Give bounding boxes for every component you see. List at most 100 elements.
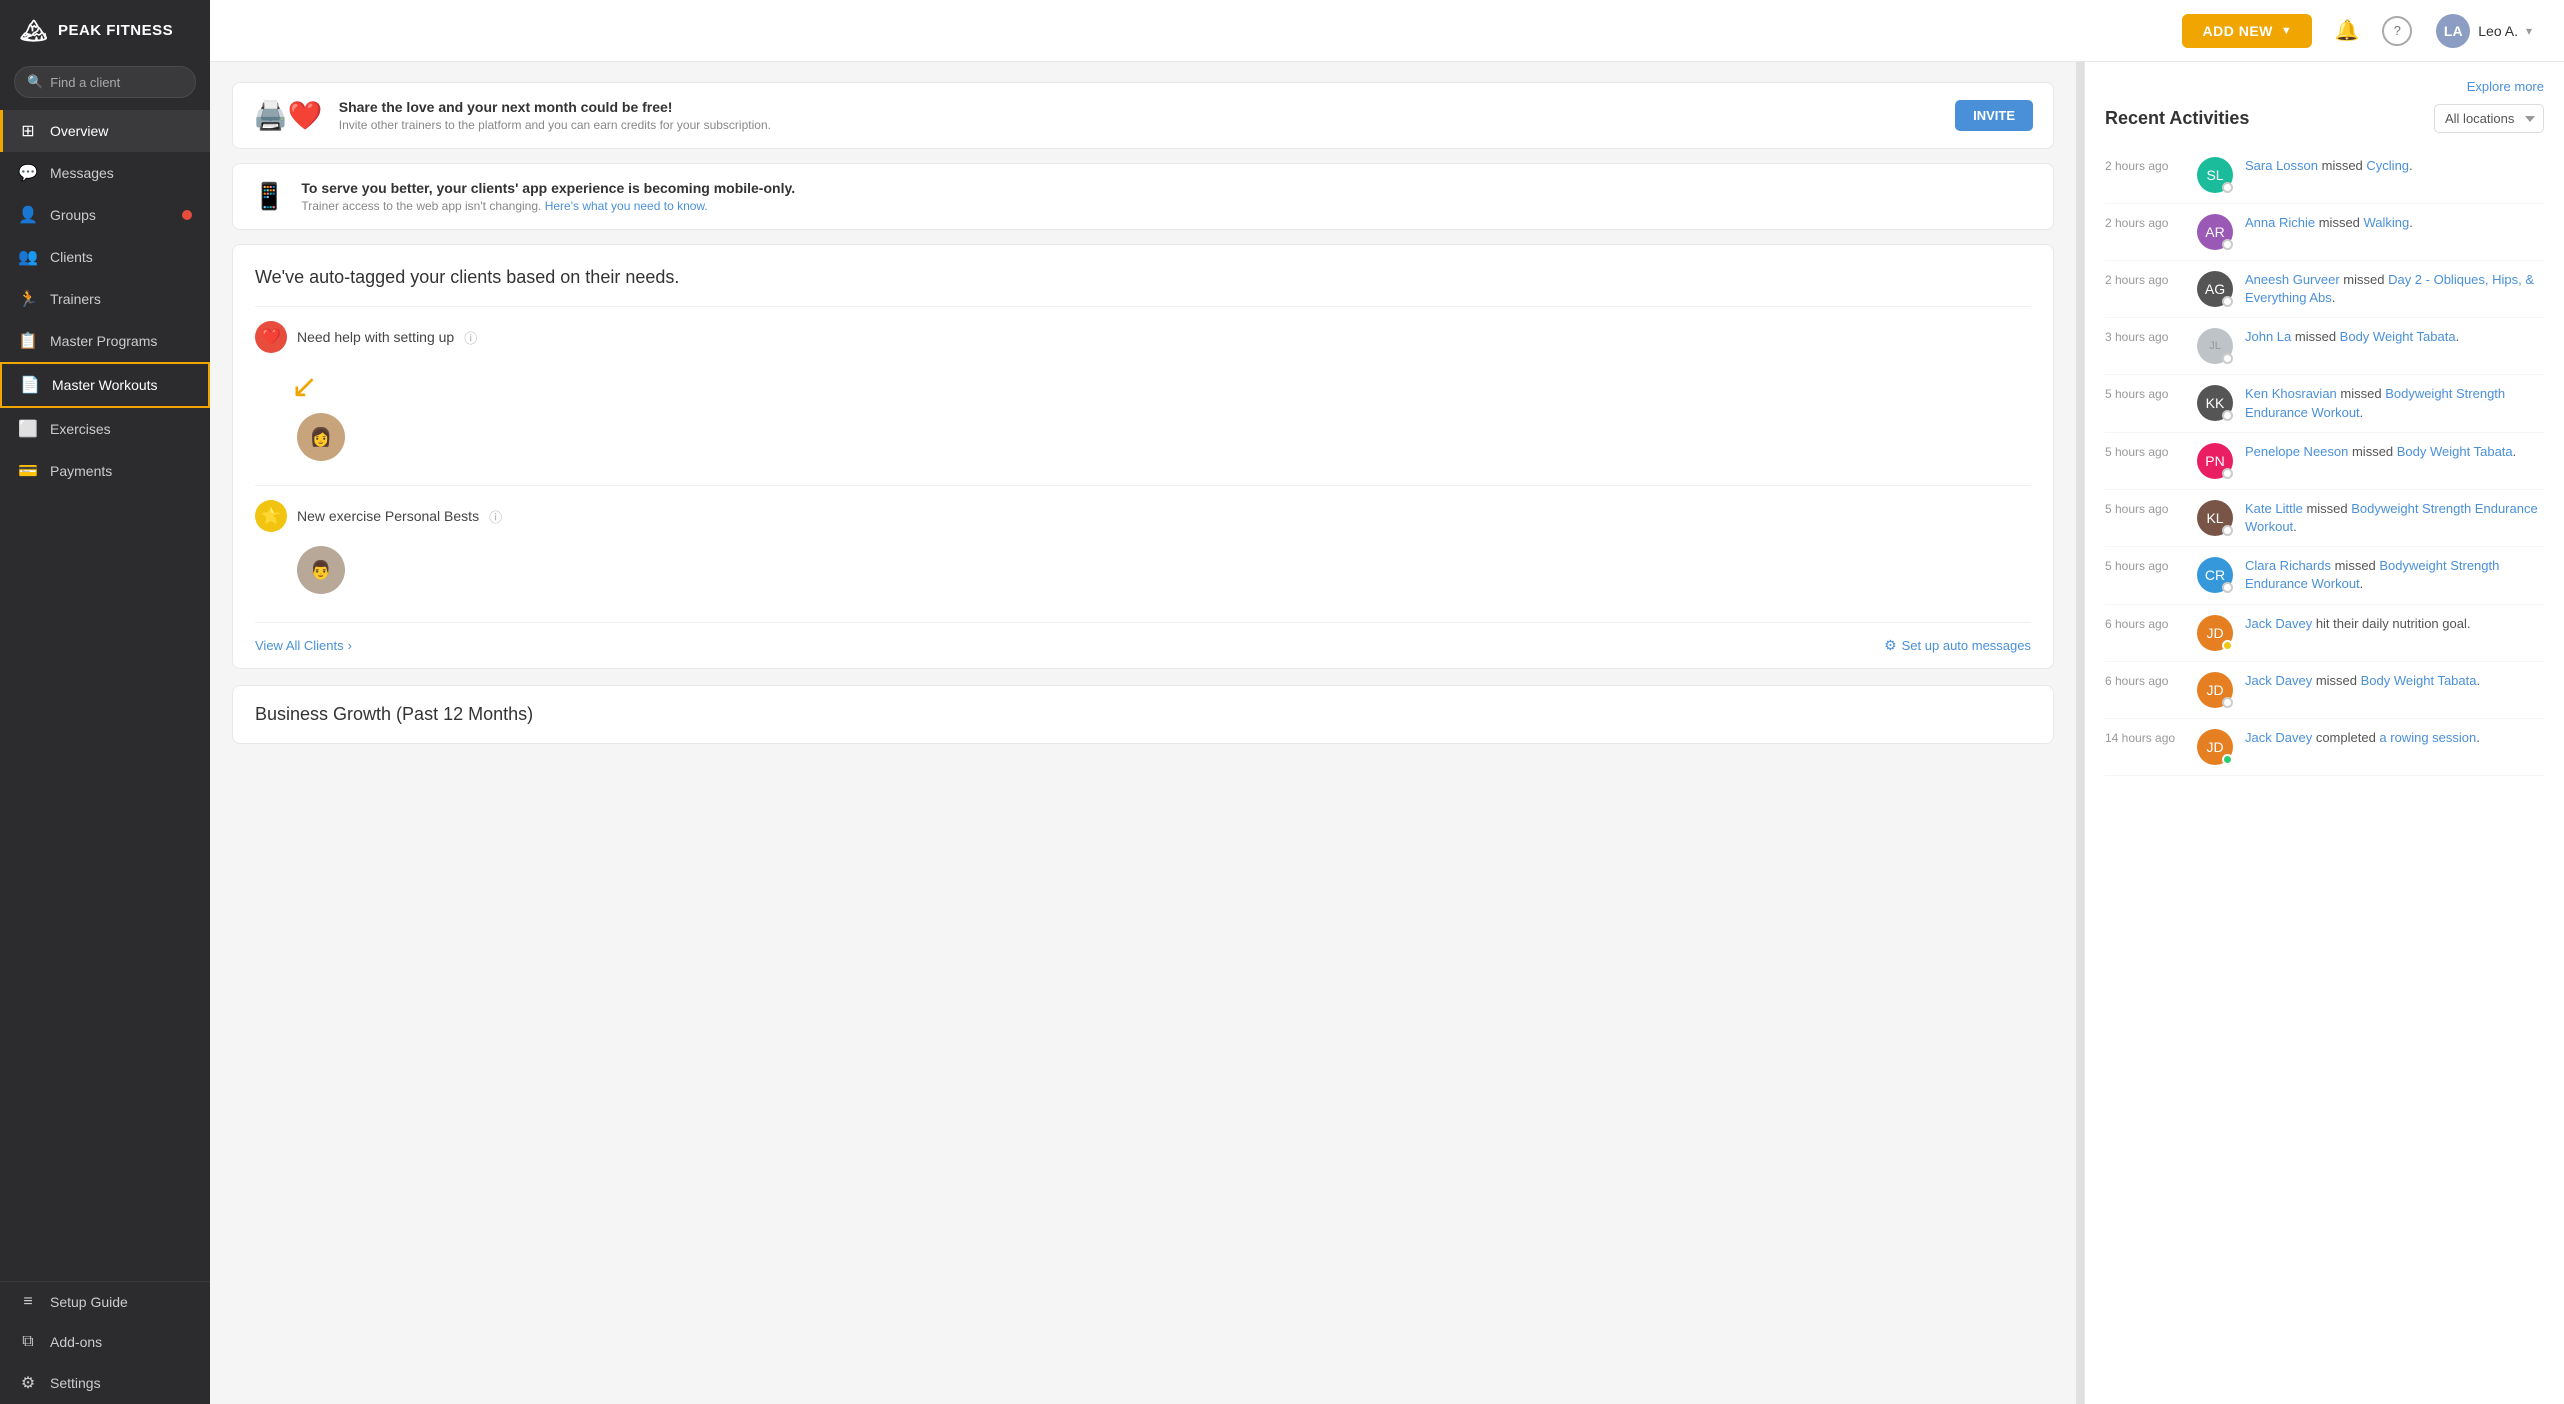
activity-time: 5 hours ago — [2105, 500, 2185, 516]
sidebar-item-exercises[interactable]: ⬜ Exercises — [0, 408, 210, 450]
growth-title: Business Growth (Past 12 Months) — [255, 704, 2031, 725]
banner-share-love: 🖨️❤️ Share the love and your next month … — [232, 82, 2054, 149]
person-name-link[interactable]: Anna Richie — [2245, 215, 2315, 230]
sidebar-item-groups[interactable]: 👤 Groups — [0, 194, 210, 236]
explore-more-link[interactable]: Explore more — [2467, 79, 2544, 94]
search-input[interactable] — [50, 75, 183, 90]
find-client-search[interactable]: 🔍 — [14, 66, 196, 98]
activity-item-5: 5 hours ago PN Penelope Neeson missed Bo… — [2105, 433, 2544, 490]
user-avatar: LA — [2436, 14, 2470, 48]
add-new-button[interactable]: ADD NEW ▼ — [2182, 14, 2312, 48]
person-name-link[interactable]: Ken Khosravian — [2245, 386, 2337, 401]
sidebar-item-trainers[interactable]: 🏃 Trainers — [0, 278, 210, 320]
activity-avatar-wrap: JL — [2197, 328, 2233, 364]
activity-text: Jack Davey missed Body Weight Tabata. — [2245, 672, 2544, 690]
activity-time: 5 hours ago — [2105, 385, 2185, 401]
sidebar-item-label: Payments — [50, 463, 112, 479]
tag-section-help: ❤️ Need help with setting up ⓘ ↙ 👩 — [255, 306, 2031, 485]
logo-icon: 🏔 — [20, 18, 48, 44]
client-avatar-2[interactable]: 👨 — [297, 546, 345, 594]
banner1-text: Share the love and your next month could… — [339, 99, 771, 132]
client-avatar-image: 👩 — [310, 427, 332, 448]
status-dot — [2222, 754, 2233, 765]
view-all-clients-link[interactable]: View All Clients › — [255, 638, 352, 653]
sidebar-item-overview[interactable]: ⊞ Overview — [0, 110, 210, 152]
person-name-link[interactable]: John La — [2245, 329, 2291, 344]
topbar: ADD NEW ▼ 🔔 ? LA Leo A. ▾ — [210, 0, 2564, 62]
status-dot — [2222, 239, 2233, 250]
status-dot — [2222, 697, 2233, 708]
activity-text: Jack Davey hit their daily nutrition goa… — [2245, 615, 2544, 633]
sidebar-item-clients[interactable]: 👥 Clients — [0, 236, 210, 278]
client-avatar-2-image: 👨 — [310, 560, 332, 581]
help-icon: ? — [2394, 23, 2401, 38]
location-select[interactable]: All locations Location 1 Location 2 — [2434, 104, 2544, 133]
sidebar-item-messages[interactable]: 💬 Messages — [0, 152, 210, 194]
payments-icon: 💳 — [18, 461, 38, 481]
master-workouts-icon: 📄 — [20, 375, 40, 395]
help-client-avatars: 👩 — [255, 413, 2031, 471]
growth-card: Business Growth (Past 12 Months) — [232, 685, 2054, 744]
sidebar-item-payments[interactable]: 💳 Payments — [0, 450, 210, 492]
main-content: ADD NEW ▼ 🔔 ? LA Leo A. ▾ 🖨️❤️ Share the… — [210, 0, 2564, 1404]
activity-item-link[interactable]: Body Weight Tabata — [2361, 673, 2477, 688]
person-name-link[interactable]: Jack Davey — [2245, 673, 2312, 688]
activity-avatar-wrap: PN — [2197, 443, 2233, 479]
chevron-right-icon: › — [348, 638, 352, 653]
search-icon: 🔍 — [27, 74, 43, 90]
banner1-icon: 🖨️❤️ — [253, 99, 323, 132]
sidebar-item-label: Clients — [50, 249, 93, 265]
banner2-text: To serve you better, your clients' app e… — [301, 180, 795, 213]
sidebar-item-settings[interactable]: ⚙ Settings — [0, 1362, 210, 1404]
autotag-footer: View All Clients › ⚙ Set up auto message… — [255, 622, 2031, 668]
status-dot — [2222, 182, 2233, 193]
master-programs-icon: 📋 — [18, 331, 38, 351]
person-name-link[interactable]: Aneesh Gurveer — [2245, 272, 2340, 287]
help-button[interactable]: ? — [2382, 16, 2412, 46]
tag-section-help-header: ❤️ Need help with setting up ⓘ — [255, 321, 2031, 353]
activity-item-link[interactable]: Cycling — [2366, 158, 2409, 173]
activity-avatar-wrap: JD — [2197, 615, 2233, 651]
activities-title: Recent Activities — [2105, 108, 2249, 129]
person-name-link[interactable]: Clara Richards — [2245, 558, 2331, 573]
sidebar-item-master-workouts[interactable]: 📄 Master Workouts — [0, 362, 210, 408]
activity-item-10: 14 hours ago JD Jack Davey completed a r… — [2105, 719, 2544, 776]
user-menu[interactable]: LA Leo A. ▾ — [2428, 10, 2540, 52]
invite-button[interactable]: INVITE — [1955, 100, 2033, 131]
activity-text: Kate Little missed Bodyweight Strength E… — [2245, 500, 2544, 536]
activity-item-link[interactable]: a rowing session — [2379, 730, 2476, 745]
activity-text: Clara Richards missed Bodyweight Strengt… — [2245, 557, 2544, 593]
sidebar-item-label: Messages — [50, 165, 114, 181]
person-name-link[interactable]: Jack Davey — [2245, 730, 2312, 745]
bests-client-avatars: 👨 — [255, 546, 2031, 604]
activity-item-link[interactable]: Body Weight Tabata — [2340, 329, 2456, 344]
sidebar-item-setup-guide[interactable]: ≡ Setup Guide — [0, 1282, 210, 1322]
notifications-button[interactable]: 🔔 — [2328, 12, 2366, 50]
banner2-link[interactable]: Here's what you need to know. — [545, 199, 708, 213]
person-name-link[interactable]: Kate Little — [2245, 501, 2303, 516]
sidebar-item-add-ons[interactable]: ⧉ Add-ons — [0, 1322, 210, 1362]
clients-icon: 👥 — [18, 247, 38, 267]
heart-icon: ❤️ — [261, 327, 281, 347]
arrow-indicator: ↙ — [255, 367, 2031, 405]
sidebar-item-master-programs[interactable]: 📋 Master Programs — [0, 320, 210, 362]
activity-avatar-wrap: CR — [2197, 557, 2233, 593]
trainers-icon: 🏃 — [18, 289, 38, 309]
setup-guide-icon: ≡ — [18, 1293, 38, 1311]
setup-auto-messages-link[interactable]: ⚙ Set up auto messages — [1884, 637, 2031, 654]
person-name-link[interactable]: Sara Losson — [2245, 158, 2318, 173]
sidebar-item-label: Master Workouts — [52, 377, 158, 393]
person-name-link[interactable]: Jack Davey — [2245, 616, 2312, 631]
client-avatar-1[interactable]: 👩 — [297, 413, 345, 461]
messages-icon: 💬 — [18, 163, 38, 183]
activity-avatar-wrap: SL — [2197, 157, 2233, 193]
activity-time: 2 hours ago — [2105, 214, 2185, 230]
autotag-card: We've auto-tagged your clients based on … — [232, 244, 2054, 669]
activity-item-link[interactable]: Walking — [2364, 215, 2410, 230]
user-name: Leo A. — [2478, 23, 2518, 39]
activity-item-link[interactable]: Body Weight Tabata — [2397, 444, 2513, 459]
user-chevron-icon: ▾ — [2526, 24, 2532, 38]
add-new-label: ADD NEW — [2202, 23, 2272, 39]
person-name-link[interactable]: Penelope Neeson — [2245, 444, 2348, 459]
activity-avatar-wrap: KK — [2197, 385, 2233, 421]
